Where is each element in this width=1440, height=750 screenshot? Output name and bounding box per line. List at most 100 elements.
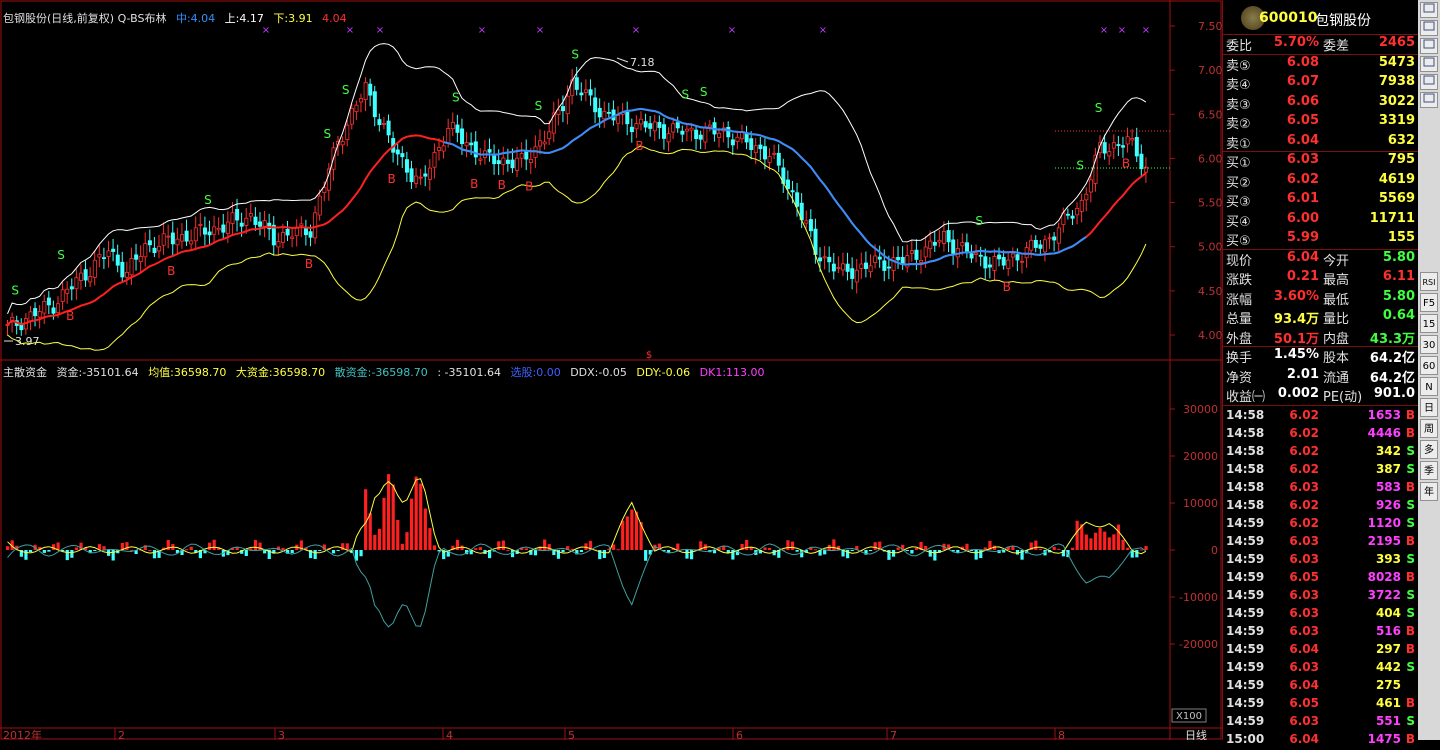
candle-body bbox=[147, 240, 152, 246]
quote-value: 6.08 bbox=[1286, 54, 1319, 70]
fund-bar bbox=[6, 546, 10, 550]
period-button[interactable]: 日 bbox=[1420, 398, 1438, 417]
quote-value: 0.21 bbox=[1286, 269, 1319, 284]
candle-body bbox=[648, 123, 653, 129]
fund-bar bbox=[1011, 546, 1015, 550]
period-button[interactable]: 15 bbox=[1420, 314, 1438, 333]
quote-label: 卖⑤ bbox=[1226, 58, 1251, 74]
candles bbox=[5, 66, 1149, 336]
tick-price: 6.02 bbox=[1289, 443, 1319, 458]
fund-bar bbox=[368, 513, 372, 550]
tick-price: 6.05 bbox=[1289, 695, 1319, 710]
tick-price: 6.03 bbox=[1289, 605, 1319, 620]
fund-bar bbox=[47, 550, 51, 552]
candle-body bbox=[639, 118, 644, 125]
candle-body bbox=[33, 308, 38, 317]
fund-bar bbox=[185, 549, 189, 551]
quote-value-2: 64.2亿 bbox=[1369, 351, 1415, 366]
quote-value-2: 2465 bbox=[1378, 35, 1415, 50]
fund-bar bbox=[786, 540, 790, 550]
sell-signal: S bbox=[571, 48, 579, 62]
quote-label: 买② bbox=[1226, 175, 1251, 191]
candle-body bbox=[978, 254, 983, 257]
candle-body bbox=[143, 243, 148, 258]
quote-label: 外盘 bbox=[1226, 331, 1253, 347]
info-icon[interactable] bbox=[1420, 92, 1438, 108]
fund-bar bbox=[1034, 540, 1038, 550]
candle-body bbox=[382, 123, 387, 125]
quote-label-2: 量比 bbox=[1323, 312, 1350, 327]
fund-bar bbox=[685, 550, 689, 559]
fund-bar bbox=[850, 550, 854, 551]
period-button[interactable]: 60 bbox=[1420, 356, 1438, 375]
tick-price: 6.03 bbox=[1289, 659, 1319, 674]
candle-body bbox=[896, 256, 901, 261]
fund-bar bbox=[497, 541, 501, 550]
candle-body bbox=[886, 266, 891, 269]
candle-body bbox=[1056, 227, 1061, 244]
tick-price: 6.05 bbox=[1289, 569, 1319, 584]
big-fund-value: 36598.70 bbox=[272, 366, 326, 379]
fund-bar bbox=[387, 474, 391, 550]
candle-body bbox=[276, 241, 281, 248]
period-button[interactable]: 多 bbox=[1420, 440, 1438, 459]
candle-body bbox=[1102, 142, 1107, 154]
tick-time: 14:59 bbox=[1226, 641, 1265, 656]
fund-bar bbox=[676, 543, 680, 550]
candle-body bbox=[225, 221, 230, 235]
sell-signal: S bbox=[324, 127, 332, 141]
period-button[interactable]: 30 bbox=[1420, 335, 1438, 354]
quote-value: 6.01 bbox=[1286, 191, 1319, 206]
upper-indicator-header: 包钢股份(日线,前复权) Q-BS布林 中:4.04 上:4.17 下:3.91… bbox=[3, 10, 353, 26]
minute-icon[interactable] bbox=[1420, 20, 1438, 36]
candle-body bbox=[97, 253, 102, 258]
period-button[interactable]: N bbox=[1420, 377, 1438, 396]
boll-down-value: 3.91 bbox=[288, 12, 313, 25]
candle-body bbox=[758, 144, 763, 150]
zoom-icon[interactable] bbox=[1420, 56, 1438, 72]
period-button[interactable]: F5 bbox=[1420, 293, 1438, 312]
fund-bar bbox=[65, 550, 69, 561]
candle-body bbox=[919, 259, 924, 263]
top-marker: × bbox=[632, 25, 640, 36]
sell-signal: S bbox=[1076, 158, 1084, 172]
candle-body bbox=[395, 149, 400, 155]
period-button[interactable]: 季 bbox=[1420, 461, 1438, 480]
list-icon[interactable] bbox=[1420, 38, 1438, 54]
fund-bar bbox=[790, 541, 795, 550]
boll-extra-value: 4.04 bbox=[322, 12, 347, 25]
candle-body bbox=[1079, 199, 1084, 212]
quote-label: 现价 bbox=[1226, 253, 1253, 269]
period-button[interactable]: 年 bbox=[1420, 482, 1438, 501]
period-button[interactable]: 周 bbox=[1420, 419, 1438, 438]
candle-body bbox=[377, 119, 382, 126]
tick-time: 14:58 bbox=[1226, 479, 1265, 494]
tick-price: 6.04 bbox=[1289, 641, 1319, 656]
candle-body bbox=[795, 192, 800, 207]
tick-volume: 551 bbox=[1375, 713, 1401, 728]
fund-bar bbox=[336, 550, 340, 551]
fund-bar bbox=[377, 528, 382, 550]
candle-body bbox=[524, 150, 529, 160]
quote-separator bbox=[1223, 53, 1419, 55]
fund-value: -35101.64 bbox=[82, 366, 139, 379]
candle-body bbox=[69, 286, 74, 290]
kline-icon[interactable] bbox=[1420, 2, 1438, 18]
period-button[interactable]: RSI bbox=[1420, 272, 1438, 291]
quote-separator bbox=[1223, 404, 1419, 406]
fund-bar bbox=[290, 550, 294, 554]
fund-bar bbox=[24, 550, 28, 560]
quote-label-2: 内盘 bbox=[1323, 331, 1350, 347]
candle-body bbox=[625, 110, 630, 125]
chart-area[interactable]: 7.50 7.00 6.50 6.00 5.50 5.00 4.50 4.00 30000 200… bbox=[0, 0, 1222, 740]
grid-icon[interactable] bbox=[1420, 74, 1438, 90]
tick-volume: 4446 bbox=[1367, 425, 1401, 440]
fund-bar bbox=[281, 547, 285, 550]
candle-body bbox=[235, 209, 240, 221]
tick-volume: 2195 bbox=[1367, 533, 1401, 548]
quote-value-2: 43.3万 bbox=[1369, 331, 1415, 347]
candle-body bbox=[134, 254, 139, 260]
tick-price: 6.03 bbox=[1289, 479, 1319, 494]
fund-bar bbox=[763, 547, 767, 550]
candle-body bbox=[1088, 179, 1093, 193]
